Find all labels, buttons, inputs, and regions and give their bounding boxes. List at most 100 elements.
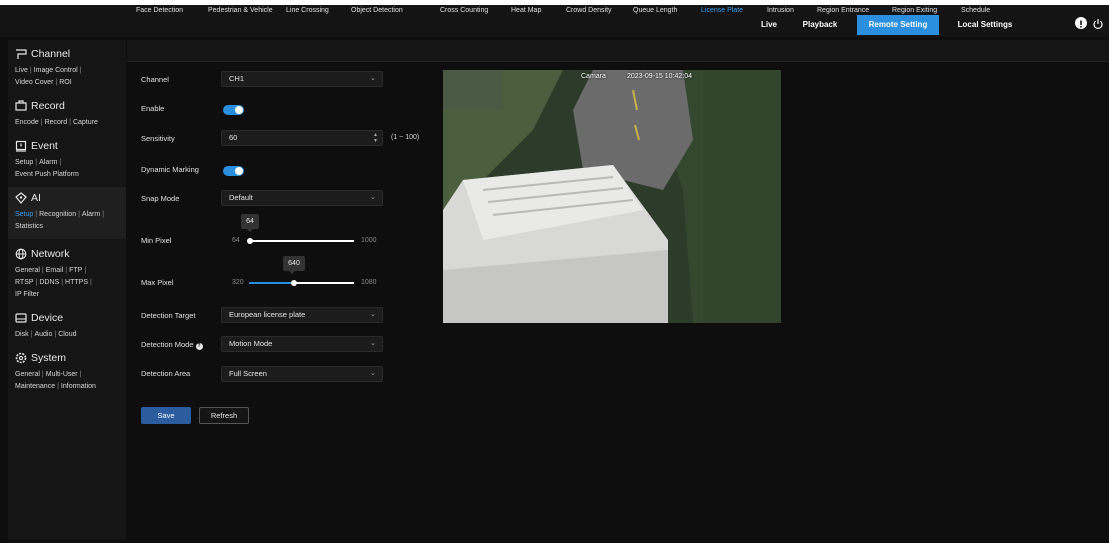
sidebar-link-general[interactable]: General [15,267,40,274]
sidebar-link-ai-setup[interactable]: Setup [15,211,33,218]
tab-region-exiting[interactable]: Region Exiting [892,0,937,22]
record-icon [15,100,27,111]
sidebar-section-ai: AI Setup | Recognition | Alarm | Statistics [8,187,126,239]
tab-pedestrian-vehicle[interactable]: Pedestrian & Vehicle [208,0,273,22]
tab-line-crossing[interactable]: Line Crossing [286,0,329,22]
sidebar-section-record: Record Encode | Record | Capture [8,95,126,135]
tab-bar [127,40,1109,62]
sidebar-section-event: Event Setup | Alarm | Event Push Platform [8,135,126,187]
tab-license-plate[interactable]: License Plate [701,0,743,22]
sidebar-link-email[interactable]: Email [46,267,64,274]
sidebar-title-system: System [31,352,67,364]
sensitivity-value: 60 [229,133,238,142]
max-pixel-label: Max Pixel [141,278,174,287]
tab-crowd-density[interactable]: Crowd Density [566,0,612,22]
detection-area-value: Full Screen [229,369,267,378]
sidebar-title-channel: Channel [31,48,71,60]
sidebar-link-disk[interactable]: Disk [15,331,29,338]
sidebar-section-network: Network General | Email | FTP | RTSP | DDNS | HTT… [8,239,126,307]
sidebar-link-statistics[interactable]: Statistics [15,223,43,230]
enable-toggle[interactable] [223,105,244,115]
min-pixel-max: 1000 [361,237,377,244]
detection-target-label: Detection Target [141,311,196,320]
sidebar-link-https[interactable]: HTTPS [65,279,88,286]
sidebar-link-roi[interactable]: ROI [59,79,71,86]
tab-queue-length[interactable]: Queue Length [633,0,677,22]
sidebar-link-capture[interactable]: Capture [73,119,98,126]
chevron-down-icon: ⌄ [370,75,376,82]
camera-name: Camara [581,73,606,80]
sidebar-links-device: Disk | Audio | Cloud [15,331,77,338]
save-button[interactable]: Save [141,407,191,424]
camera-preview[interactable]: Camara 2023-09-15 10:42:04 [443,70,781,323]
detection-area-select[interactable]: Full Screen ⌄ [221,366,383,382]
tab-face-detection[interactable]: Face Detection [136,0,183,22]
sidebar-link-information[interactable]: Information [61,383,96,390]
sidebar: Channel Live | Image Control | Video Cover |… [8,40,126,540]
sidebar-link-ai-alarm[interactable]: Alarm [82,211,100,218]
chevron-down-icon: ⌄ [370,311,376,318]
help-icon[interactable]: ? [195,343,203,350]
tab-cross-counting[interactable]: Cross Counting [440,0,488,22]
camera-timestamp: 2023-09-15 10:42:04 [627,73,692,80]
sidebar-title-event: Event [31,140,58,152]
max-pixel-thumb[interactable] [291,280,297,286]
sidebar-links-ai: Setup | Recognition | Alarm | Statistics [15,211,105,230]
detection-mode-select[interactable]: Motion Mode ⌄ [221,336,383,352]
sidebar-link-live[interactable]: Live [15,67,28,74]
sidebar-head-ai[interactable]: AI [15,187,126,209]
sidebar-link-maintenance[interactable]: Maintenance [15,383,55,390]
min-pixel-tooltip: 64 [241,214,259,232]
chevron-down-icon: ⌄ [370,340,376,347]
sidebar-link-ip-filter[interactable]: IP Filter [15,291,39,298]
toggle-knob [235,106,243,114]
sidebar-head-event[interactable]: Event [15,135,126,157]
sidebar-link-encode[interactable]: Encode [15,119,39,126]
enable-label: Enable [141,104,165,113]
detection-area-label: Detection Area [141,369,191,378]
alert-icon[interactable] [1075,17,1087,29]
sidebar-head-record[interactable]: Record [15,95,126,117]
sidebar-link-multi-user[interactable]: Multi-User [46,371,78,378]
min-pixel-thumb[interactable] [247,238,253,244]
sidebar-head-device[interactable]: Device [15,307,126,329]
dynamic-marking-toggle[interactable] [223,166,244,176]
channel-select[interactable]: CH1 ⌄ [221,71,383,87]
stepper-icon[interactable]: ▲ ▼ [373,132,378,144]
tab-object-detection[interactable]: Object Detection [351,0,403,22]
detection-mode-value: Motion Mode [229,339,273,348]
sidebar-link-audio[interactable]: Audio [34,331,52,338]
sidebar-link-cloud[interactable]: Cloud [58,331,76,338]
channel-value: CH1 [229,74,245,83]
sidebar-link-record[interactable]: Record [45,119,68,126]
sidebar-link-rtsp[interactable]: RTSP [15,279,34,286]
tab-region-entrance[interactable]: Region Entrance [817,0,869,22]
sensitivity-input[interactable]: 60 ▲ ▼ [221,130,383,146]
power-icon[interactable] [1092,17,1104,29]
tab-intrusion[interactable]: Intrusion [767,0,794,22]
tab-schedule[interactable]: Schedule [961,0,990,22]
sidebar-link-setup[interactable]: Setup [15,159,33,166]
sidebar-link-video-cover[interactable]: Video Cover [15,79,53,86]
tab-heat-map[interactable]: Heat Map [511,0,541,22]
min-pixel-track[interactable] [248,240,354,242]
sidebar-head-network[interactable]: Network [15,243,126,265]
refresh-button[interactable]: Refresh [199,407,249,424]
network-icon [15,248,27,260]
sidebar-link-system-general[interactable]: General [15,371,40,378]
detection-mode-label-text: Detection Mode [141,340,194,349]
detection-target-select[interactable]: European license plate ⌄ [221,307,383,323]
sidebar-link-alarm[interactable]: Alarm [39,159,57,166]
ai-icon [15,192,27,204]
sidebar-link-recognition[interactable]: Recognition [39,211,76,218]
sidebar-link-event-push-platform[interactable]: Event Push Platform [15,171,79,178]
sidebar-head-system[interactable]: System [15,347,126,369]
sidebar-link-image-control[interactable]: Image Control [34,67,78,74]
sidebar-link-ddns[interactable]: DDNS [39,279,59,286]
dynamic-marking-label: Dynamic Marking [141,165,199,174]
sidebar-link-ftp[interactable]: FTP [69,267,82,274]
sidebar-head-channel[interactable]: Channel [15,43,126,65]
snap-mode-select[interactable]: Default ⌄ [221,190,383,206]
sidebar-links-channel: Live | Image Control | Video Cover | ROI [15,67,82,86]
chevron-down-icon: ⌄ [370,194,376,201]
